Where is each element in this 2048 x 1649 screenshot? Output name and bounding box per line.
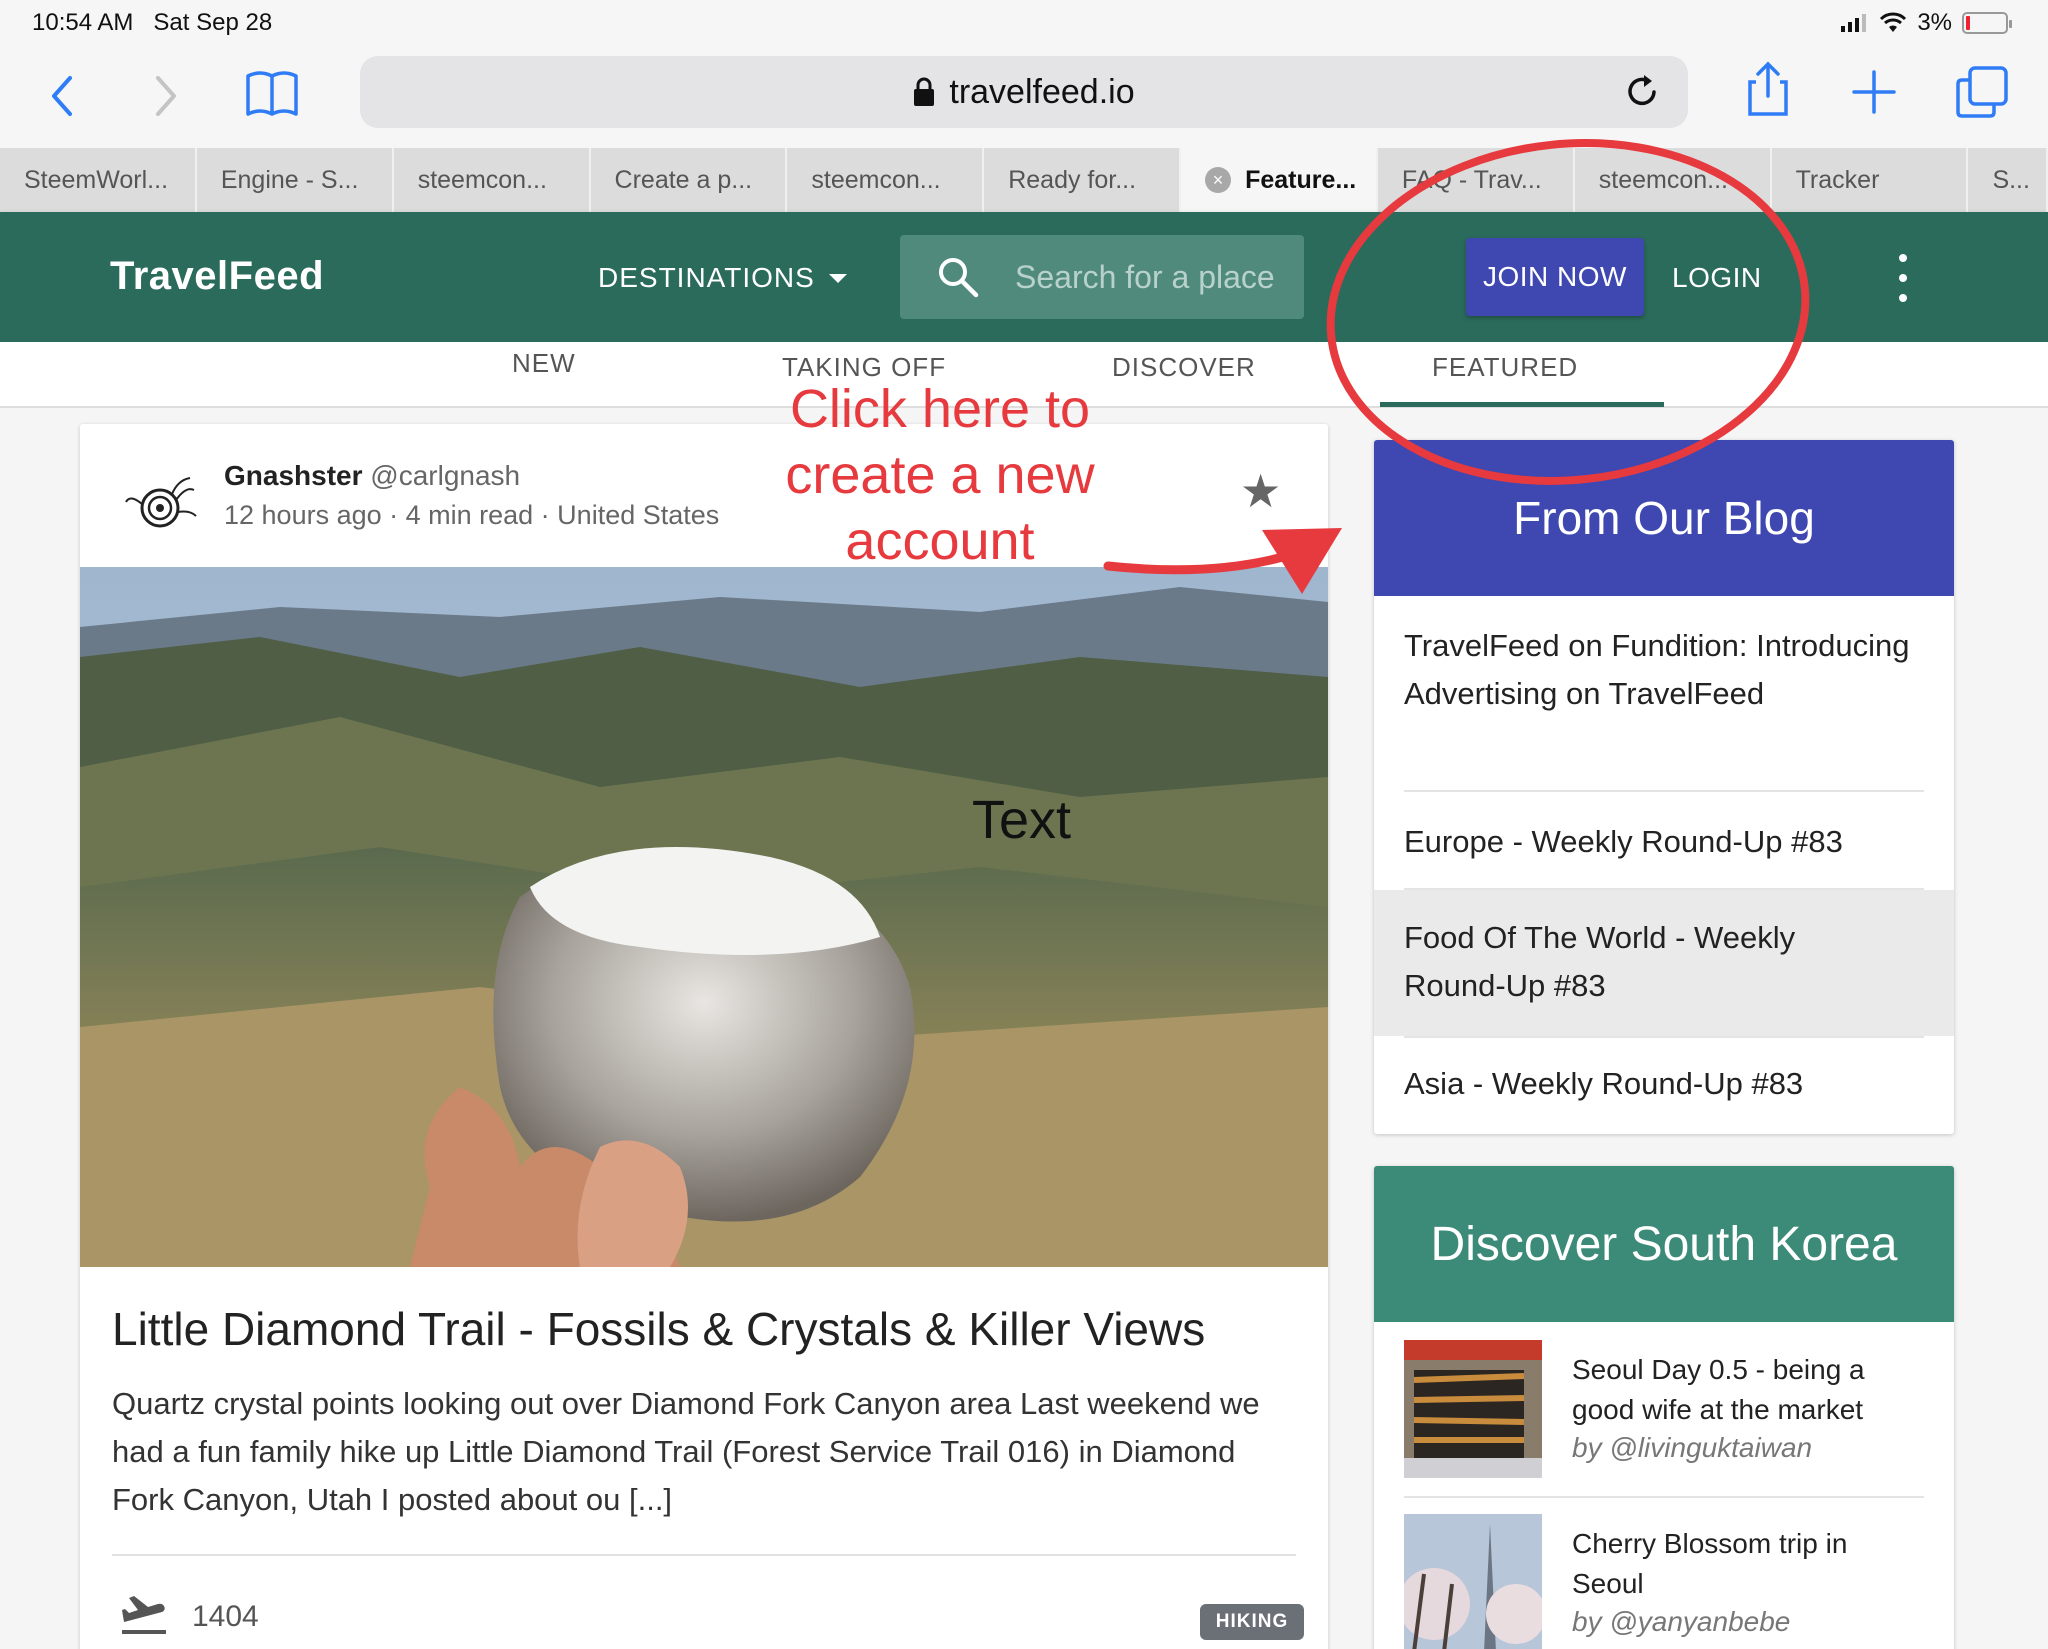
annotation-circle — [1326, 139, 1810, 485]
annotation-text: Click here to create a new account — [785, 379, 1095, 571]
annotation-arrow — [1103, 547, 1305, 575]
annotation-overlay — [1103, 139, 1810, 594]
